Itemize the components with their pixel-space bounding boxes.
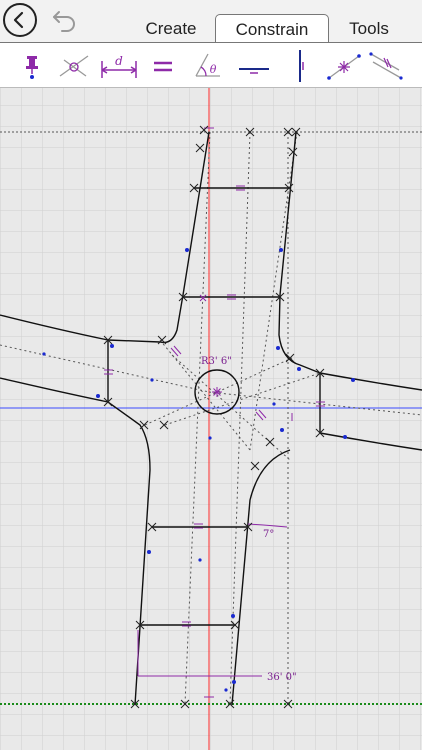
angle-tool-button[interactable]: θ (190, 48, 226, 84)
center-point-icon (212, 387, 222, 397)
vertical-tool-button[interactable] (282, 48, 318, 84)
parallel-icon (369, 52, 403, 80)
top-bar: Create Constrain Tools (0, 0, 422, 42)
point-on-line-tool-button[interactable] (56, 48, 92, 84)
radius-label: R3' 6" (201, 356, 232, 367)
pin-icon (26, 56, 38, 79)
midpoint-icon (327, 54, 361, 80)
tab-create[interactable]: Create (136, 14, 206, 42)
midpoint-tool-button[interactable] (326, 48, 362, 84)
chevron-left-icon (13, 11, 24, 29)
undo-icon (53, 11, 75, 32)
horizontal-tool-button[interactable] (236, 48, 272, 84)
constraint-toolbar: d θ (0, 42, 422, 88)
back-button[interactable] (3, 3, 37, 37)
distance-symbol: d (115, 54, 123, 68)
vertical-icon (299, 50, 304, 82)
length-label: 36' 0" (267, 672, 297, 683)
pin-tool-button[interactable] (14, 48, 50, 84)
tab-tools[interactable]: Tools (336, 14, 402, 42)
horizontal-icon (239, 68, 269, 74)
equal-tool-button[interactable] (146, 48, 182, 84)
angle-icon: θ (195, 53, 220, 77)
undo-button[interactable] (50, 6, 80, 36)
parallel-tool-button[interactable] (368, 48, 404, 84)
drawing-canvas[interactable]: R3' 6" 7° 36' 0" (0, 88, 422, 750)
tab-constrain[interactable]: Constrain (215, 14, 329, 42)
equal-icon (154, 61, 172, 72)
angle-symbol: θ (210, 63, 217, 76)
angle-label: 7° (263, 529, 274, 540)
distance-icon: d (101, 54, 137, 78)
point-on-line-icon (59, 55, 89, 77)
distance-tool-button[interactable]: d (98, 48, 140, 84)
